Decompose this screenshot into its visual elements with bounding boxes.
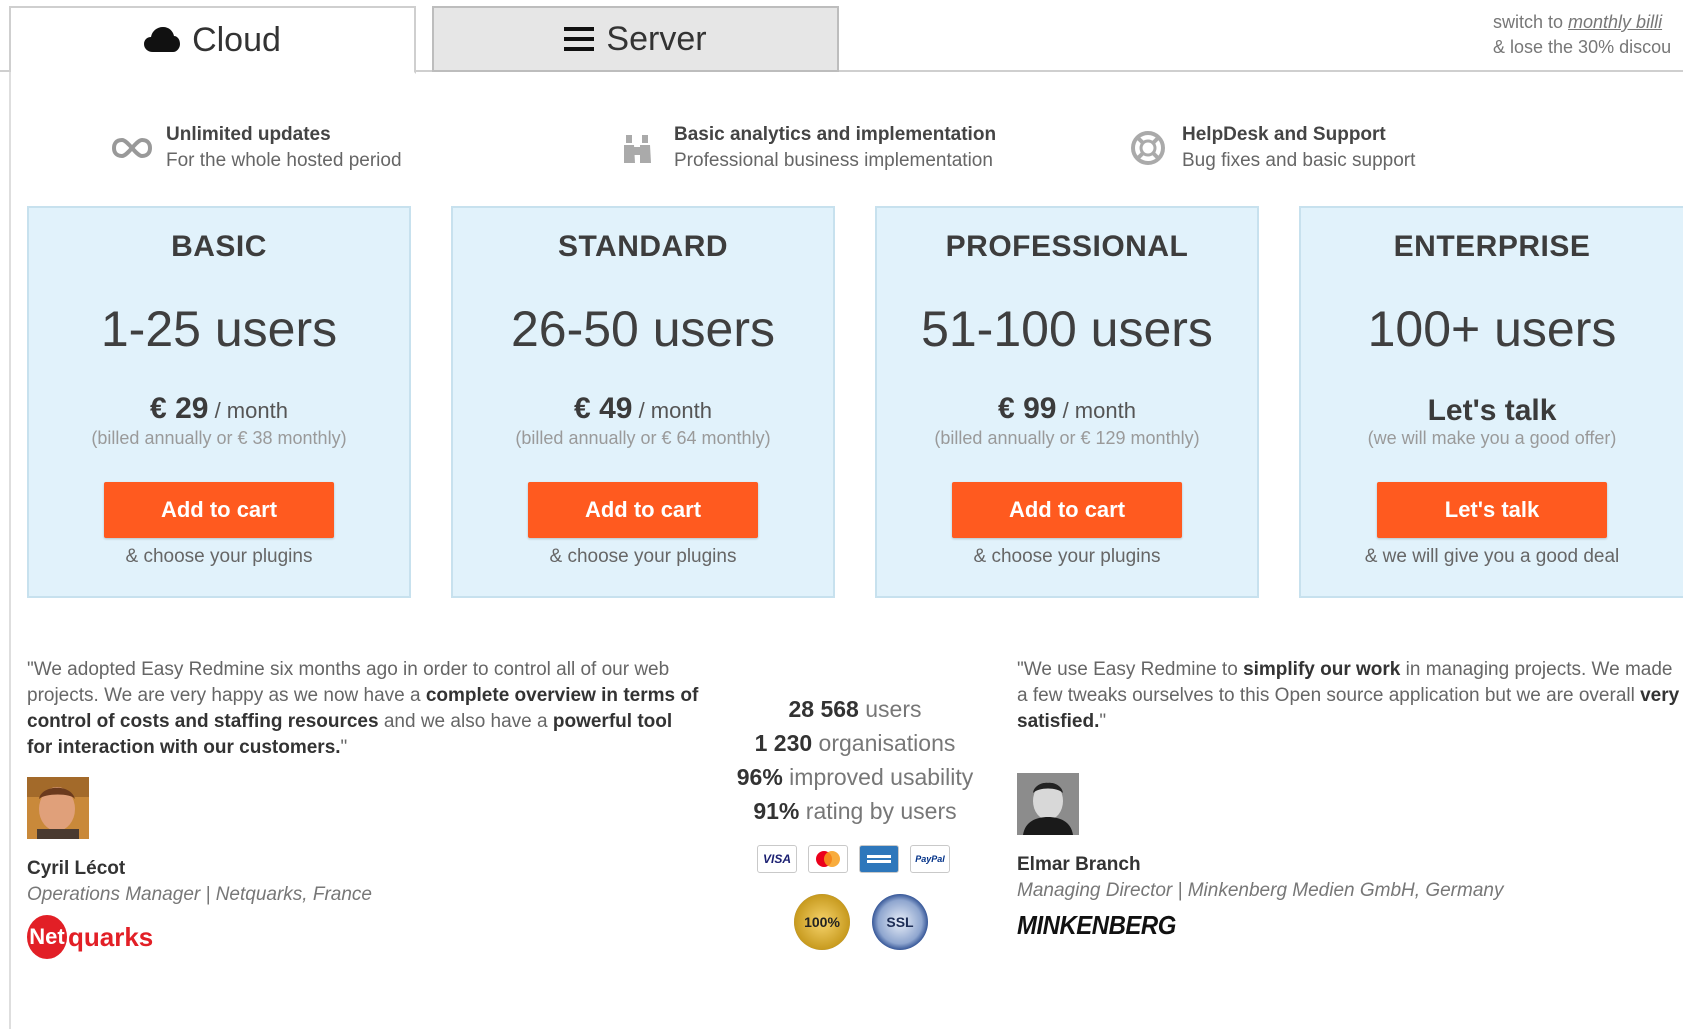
binoculars-icon [620,128,660,168]
feature-title: Unlimited updates [166,124,331,145]
usage-stats: 28 568 users 1 230 organisations 96% imp… [705,692,1005,828]
visa-icon: VISA [757,845,797,873]
quote-text: "We use Easy Redmine to [1017,659,1244,680]
plan-price: Let's talk [1427,394,1557,427]
lifebuoy-icon [1128,128,1168,168]
plan-card-enterprise: ENTERPRISE 100+ users Let's talk (we wil… [1299,206,1683,598]
mastercard-icon [808,845,848,873]
plan-users: 26-50 users [510,301,776,357]
monthly-billing-link[interactable]: monthly billi [1568,12,1662,32]
stat-value: 91% [753,798,800,824]
paypal-icon: PayPal [910,845,950,873]
logo-text: Net [27,915,67,959]
logo-text: quarks [68,921,154,952]
tab-server[interactable]: Server [432,6,839,72]
billing-switch-prefix: switch to [1493,12,1569,32]
netquarks-logo: Net quarks [27,912,153,962]
plan-name: ENTERPRISE [1393,230,1591,263]
add-to-cart-button[interactable]: Add to cart [528,482,758,538]
plan-price: € 99 / month [877,392,1257,426]
plan-users: 1-25 users [100,301,338,357]
tab-cloud[interactable]: Cloud [9,6,416,74]
feature-helpdesk: HelpDesk and Support Bug fixes and basic… [1128,122,1415,174]
stat-label: organisations [812,730,956,756]
cloud-icon [144,27,181,53]
person-name: Cyril Lécot [27,858,126,879]
billing-note: (billed annually or € 64 monthly) [515,428,771,448]
feature-subtitle: For the whole hosted period [166,150,402,171]
quote-emphasis: simplify our work [1243,659,1401,680]
plan-card-standard: STANDARD 26-50 users € 49 / month (bille… [451,206,835,598]
quote-text: " [1099,711,1107,732]
stat-usability: 96% improved usability [705,760,1005,794]
plan-type-tabs: Cloud Server switch to monthly billi & l… [0,0,1683,74]
lets-talk-button[interactable]: Let's talk [1377,482,1607,538]
plan-price: € 49 / month [453,392,833,426]
amex-icon [859,845,899,873]
tab-server-label: Server [606,19,707,58]
left-border [9,72,11,1029]
stat-value: 96% [736,764,783,790]
feature-subtitle: Bug fixes and basic support [1182,150,1416,171]
quote-text: and we also have a [378,711,553,732]
person-role: Managing Director | Minkenberg Medien Gm… [1017,880,1504,901]
payment-methods: VISA PayPal [757,845,950,873]
plan-users: 100+ users [1367,301,1617,357]
billing-note: (billed annually or € 38 monthly) [91,428,347,448]
price-period: / month [214,398,288,423]
plan-name: BASIC [171,230,267,263]
avatar [27,777,89,839]
feature-title: HelpDesk and Support [1182,124,1386,145]
plan-name: PROFESSIONAL [945,230,1189,263]
feature-unlimited-updates: Unlimited updates For the whole hosted p… [112,122,402,174]
price-amount: € 29 [150,392,209,425]
add-to-cart-button[interactable]: Add to cart [104,482,334,538]
billing-switch-note: & lose the 30% discou [1493,37,1672,57]
plan-note: & we will give you a good deal [1364,546,1620,567]
add-to-cart-button[interactable]: Add to cart [952,482,1182,538]
tab-cloud-label: Cloud [192,20,281,59]
plan-note: & choose your plugins [973,546,1161,567]
feature-subtitle: Professional business implementation [674,150,993,171]
stat-value: 28 568 [788,696,859,722]
stat-label: users [858,696,922,722]
price-amount: € 49 [574,392,633,425]
quote-text: " [340,737,348,758]
plan-card-basic: BASIC 1-25 users € 29 / month (billed an… [27,206,411,598]
plan-note: & choose your plugins [549,546,737,567]
menu-icon [564,26,595,52]
testimonial-right-quote: "We use Easy Redmine to simplify our wor… [1017,657,1683,735]
billing-note: (billed annually or € 129 monthly) [934,428,1200,448]
stat-users: 28 568 users [705,692,1005,726]
plan-card-professional: PROFESSIONAL 51-100 users € 99 / month (… [875,206,1259,598]
infinity-icon [112,128,152,168]
person-name: Elmar Branch [1017,854,1141,875]
guarantee-seal-icon: 100% [794,894,850,950]
billing-switch: switch to monthly billi & lose the 30% d… [1493,10,1683,60]
price-period: / month [1062,398,1136,423]
ssl-seal-icon: SSL [872,894,928,950]
price-amount: € 99 [998,392,1057,425]
plan-note: & choose your plugins [125,546,313,567]
stat-value: 1 230 [754,730,813,756]
testimonial-left-quote: "We adopted Easy Redmine six months ago … [27,657,702,761]
stat-rating: 91% rating by users [705,794,1005,828]
person-role: Operations Manager | Netquarks, France [27,884,372,905]
price-period: / month [638,398,712,423]
avatar [1017,773,1079,835]
plan-price: € 29 / month [29,392,409,426]
stat-label: rating by users [799,798,957,824]
minkenberg-logo: MINKENBERG [1017,910,1176,940]
stat-label: improved usability [782,764,974,790]
feature-title: Basic analytics and implementation [674,124,997,145]
stat-organisations: 1 230 organisations [705,726,1005,760]
plan-users: 51-100 users [921,301,1213,357]
billing-note: (we will make you a good offer) [1367,428,1617,448]
feature-basic-analytics: Basic analytics and implementation Profe… [620,122,996,174]
plan-name: STANDARD [557,230,729,263]
